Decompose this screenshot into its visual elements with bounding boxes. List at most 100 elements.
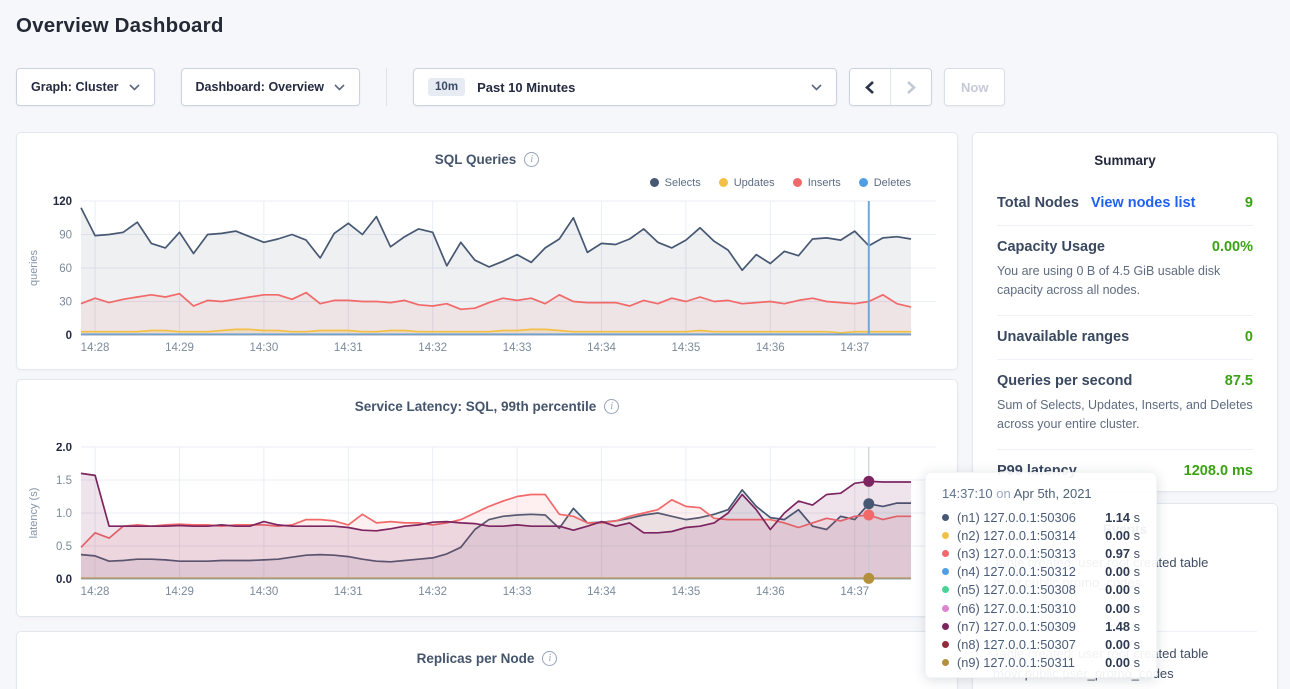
now-button[interactable]: Now: [944, 68, 1005, 106]
tooltip-node-unit: s: [1134, 601, 1140, 616]
node-color-dot-icon: [942, 659, 949, 666]
info-icon[interactable]: i: [604, 399, 619, 414]
x-tick-label: 14:32: [418, 586, 447, 598]
crosshair-dot: [863, 498, 874, 509]
crosshair-dot: [863, 509, 874, 520]
node-color-dot-icon: [942, 623, 949, 630]
x-tick-label: 14:29: [165, 586, 194, 598]
summary-row-label: Queries per second: [997, 373, 1132, 389]
legend-item[interactable]: Selects: [650, 177, 701, 189]
chart-legend: Selects Updates Inserts Deletes: [17, 174, 911, 191]
tooltip-node-label: (n2) 127.0.0.1:50314: [957, 528, 1076, 543]
summary-title: Summary: [997, 153, 1253, 168]
node-color-dot-icon: [942, 586, 949, 593]
y-tick-label: 120: [53, 196, 72, 208]
legend-item[interactable]: Deletes: [859, 177, 911, 189]
y-tick-label: 1.5: [56, 475, 72, 487]
y-tick-label: 60: [59, 263, 72, 275]
chart-title: Service Latency: SQL, 99th percentile i: [17, 398, 957, 415]
tooltip-node-value: 0.00 s: [1105, 564, 1140, 579]
chevron-down-icon: [129, 84, 140, 91]
y-tick-label: 0.0: [56, 574, 72, 586]
x-tick-label: 14:35: [672, 586, 701, 598]
x-tick-label: 14:28: [81, 586, 110, 598]
legend-dot-icon: [719, 178, 728, 187]
summary-rows: Total NodesView nodes list9Capacity Usag…: [997, 182, 1253, 493]
legend-item[interactable]: Inserts: [793, 177, 841, 189]
x-tick-label: 14:30: [249, 342, 278, 354]
time-range-dropdown[interactable]: 10m Past 10 Minutes: [413, 68, 837, 106]
summary-panel: Summary Total NodesView nodes list9Capac…: [972, 132, 1278, 492]
summary-row-head: Capacity Usage0.00%: [997, 239, 1253, 255]
legend-item[interactable]: Updates: [719, 177, 775, 189]
y-tick-label: 0.5: [56, 541, 72, 553]
summary-row-value: 0: [1245, 329, 1253, 345]
summary-row-head: Total NodesView nodes list9: [997, 195, 1253, 211]
x-tick-label: 14:29: [165, 342, 194, 354]
summary-row-value: 0.00%: [1212, 239, 1253, 255]
tooltip-node-value: 0.00 s: [1105, 601, 1140, 616]
legend-dot-icon: [859, 178, 868, 187]
time-range-badge: 10m: [428, 78, 465, 96]
graph-scope-dropdown[interactable]: Graph: Cluster: [16, 68, 155, 106]
service-latency-panel: Service Latency: SQL, 99th percentile i …: [16, 379, 958, 617]
summary-row: Capacity Usage0.00% You are using 0 B of …: [997, 226, 1253, 316]
tooltip-node-value: 0.00 s: [1105, 528, 1140, 543]
time-range-label: Past 10 Minutes: [477, 80, 575, 95]
node-color-dot-icon: [942, 605, 949, 612]
tooltip-node-unit: s: [1134, 510, 1140, 525]
tooltip-node-unit: s: [1134, 546, 1140, 561]
time-nav-group: [849, 68, 932, 106]
chart-title: SQL Queries i: [17, 151, 957, 168]
tooltip-node-unit: s: [1134, 564, 1140, 579]
tooltip-row: (n3) 127.0.0.1:503130.97 s: [942, 544, 1140, 562]
legend-dot-icon: [793, 178, 802, 187]
summary-row: Queries per second87.5Sum of Selects, Up…: [997, 360, 1253, 450]
legend-dot-icon: [650, 178, 659, 187]
tooltip-node-label: (n7) 127.0.0.1:50309: [957, 619, 1076, 634]
tooltip-node-value: 0.00 s: [1105, 655, 1140, 670]
tooltip-on: on: [996, 486, 1010, 501]
tooltip-node-label: (n6) 127.0.0.1:50310: [957, 601, 1076, 616]
x-tick-label: 14:31: [334, 342, 363, 354]
y-tick-label: 90: [59, 230, 72, 242]
tooltip-node-value: 1.14 s: [1105, 510, 1140, 525]
info-icon[interactable]: i: [542, 651, 557, 666]
tooltip-node-label: (n5) 127.0.0.1:50308: [957, 582, 1076, 597]
tooltip-timestamp: 14:37:10 on Apr 5th, 2021: [942, 486, 1140, 501]
view-nodes-list-link[interactable]: View nodes list: [1091, 195, 1196, 211]
x-tick-label: 14:28: [81, 342, 110, 354]
time-prev-button[interactable]: [850, 69, 890, 105]
sql-queries-chart[interactable]: 030609012014:2814:2914:3014:3114:3214:33…: [17, 193, 957, 365]
tooltip-node-unit: s: [1134, 619, 1140, 634]
dashboard-select-dropdown[interactable]: Dashboard: Overview: [181, 68, 361, 106]
tooltip-row: (n4) 127.0.0.1:503120.00 s: [942, 563, 1140, 581]
tooltip-node-unit: s: [1134, 637, 1140, 652]
summary-row-head: Unavailable ranges0: [997, 329, 1253, 345]
chevron-left-icon: [864, 80, 876, 95]
summary-row: Unavailable ranges0: [997, 316, 1253, 360]
tooltip-node-label: (n8) 127.0.0.1:50307: [957, 637, 1076, 652]
chart-title-text: Replicas per Node: [417, 651, 535, 666]
node-color-dot-icon: [942, 568, 949, 575]
tooltip-node-unit: s: [1134, 582, 1140, 597]
y-tick-label: 2.0: [56, 443, 72, 454]
time-next-button[interactable]: [891, 69, 931, 105]
sql-queries-panel: SQL Queries i Selects Updates Inserts Delet…: [16, 132, 958, 370]
summary-row-description: Sum of Selects, Updates, Inserts, and De…: [997, 396, 1253, 435]
tooltip-row: (n1) 127.0.0.1:503061.14 s: [942, 508, 1140, 526]
summary-row-value: 9: [1245, 195, 1253, 211]
legend-label: Inserts: [808, 177, 841, 189]
crosshair-dot: [863, 476, 874, 487]
chevron-down-icon: [334, 84, 345, 91]
tooltip-row: (n9) 127.0.0.1:503110.00 s: [942, 654, 1140, 672]
tooltip-node-label: (n3) 127.0.0.1:50313: [957, 546, 1076, 561]
tooltip-row: (n7) 127.0.0.1:503091.48 s: [942, 617, 1140, 635]
node-color-dot-icon: [942, 514, 949, 521]
summary-row-description: You are using 0 B of 4.5 GiB usable disk…: [997, 262, 1253, 301]
node-color-dot-icon: [942, 532, 949, 539]
tooltip-time: 14:37:10: [942, 486, 993, 501]
service-latency-chart[interactable]: 0.00.51.01.52.014:2814:2914:3014:3114:32…: [17, 443, 957, 601]
info-icon[interactable]: i: [524, 152, 539, 167]
node-color-dot-icon: [942, 641, 949, 648]
